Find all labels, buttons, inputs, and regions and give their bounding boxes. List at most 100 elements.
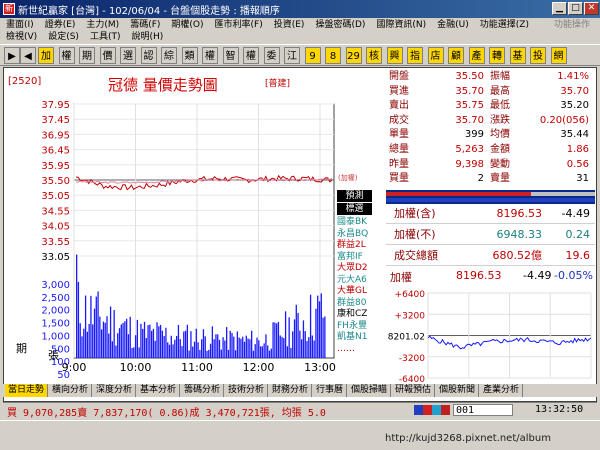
tab-2[interactable]: 深度分析 [93, 384, 137, 397]
broker-item[interactable]: 元大A6 [337, 275, 382, 286]
volume-bar [213, 339, 215, 358]
tab-11[interactable]: 產業分析 [480, 384, 524, 397]
price-tick-label: 37.95 [41, 100, 70, 111]
toolbar-button[interactable]: 核 [366, 47, 382, 64]
toolbar-button[interactable]: 權 [243, 47, 259, 64]
volume-bar [195, 328, 197, 358]
volume-bar [163, 336, 165, 358]
volume-tick-label: 2,500 [41, 293, 70, 304]
quote-value: 1.86 [566, 144, 589, 155]
taiex-tick-label: +6400 [395, 290, 426, 300]
volume-bar [263, 343, 265, 358]
toolbar-button[interactable]: 選 [120, 47, 136, 64]
window-titlebar[interactable]: 新 新世紀贏家 [台灣] - 102/06/04 - 台盤個股走勢 : 播報順序… [0, 0, 600, 18]
volume-bar [113, 310, 115, 358]
broker-item[interactable]: 群益2L [337, 240, 382, 251]
toolbar-button[interactable]: 類 [181, 47, 198, 64]
broker-item[interactable]: …… [337, 344, 382, 355]
predict-button[interactable]: 預測 [337, 190, 372, 202]
close-icon[interactable]: ✕ [584, 2, 599, 15]
volume-bar [201, 339, 203, 358]
tab-4[interactable]: 籌碼分析 [181, 384, 225, 397]
back-icon[interactable]: ◀ [20, 47, 36, 64]
tab-5[interactable]: 技術分析 [225, 384, 269, 397]
toolbar-button[interactable]: 期 [79, 47, 95, 64]
menu-item[interactable]: 設定(S) [42, 31, 84, 44]
toolbar-button[interactable]: 顧 [448, 47, 464, 64]
toolbar-button[interactable]: 加 [38, 47, 54, 64]
broker-item[interactable]: 永昌BQ [337, 229, 382, 240]
broker-item[interactable]: 大華GL [337, 286, 382, 297]
quote-value: 0.56 [566, 158, 589, 170]
volume-bar [184, 330, 187, 358]
volume-bar [133, 347, 135, 358]
broker-item[interactable]: FH永豐 [337, 321, 382, 332]
menu-item[interactable]: 工具(T) [84, 31, 126, 44]
volume-bar [211, 326, 214, 358]
toolbar-button[interactable]: 投 [530, 47, 546, 64]
volume-bar [256, 337, 258, 358]
toolbar-button[interactable]: 基 [509, 47, 526, 64]
broker-item[interactable]: 大眾D2 [337, 263, 382, 274]
toolbar-button[interactable]: 價 [99, 47, 116, 64]
tab-10[interactable]: 個股新聞 [436, 384, 480, 397]
tab-0[interactable]: 當日走勢 [5, 384, 49, 397]
broker-item[interactable]: 群益80 [337, 298, 382, 309]
volume-bar [299, 330, 301, 358]
toolbar-button[interactable]: 江 [284, 47, 300, 64]
quote-value: 2 [477, 173, 484, 185]
price-tick-label: 35.50 [41, 176, 70, 187]
menu-item[interactable]: 檢視(V) [0, 31, 42, 44]
toolbar-button[interactable]: 智 [222, 47, 239, 64]
index-value: 8196.53 [496, 207, 543, 220]
tab-8[interactable]: 個股掃瞄 [348, 384, 392, 397]
toolbar-button[interactable]: 轉 [489, 47, 505, 64]
broker-item[interactable]: 康和CZ [337, 309, 382, 320]
volume-bar [79, 323, 81, 358]
volume-bar [101, 329, 103, 358]
index-panel: 加權(含) 8196.53 -4.49 加權(不) 6948.33 0.24 成交總額 680… [386, 204, 595, 266]
volume-bar [127, 334, 130, 358]
tab-6[interactable]: 財務分析 [269, 384, 313, 397]
toolbar-button[interactable]: 委 [263, 47, 280, 64]
toolbar-button[interactable]: 指 [407, 47, 423, 64]
tab-7[interactable]: 行事曆 [313, 384, 348, 397]
broker-item[interactable]: 國泰BK [337, 217, 382, 228]
toolbar-button[interactable]: 興 [386, 47, 403, 64]
quote-label: 均價 [490, 129, 510, 141]
toolbar-button[interactable]: 9 [304, 47, 321, 64]
volume-bar [165, 327, 167, 358]
toolbar-button[interactable]: 產 [468, 47, 485, 64]
volume-bar [186, 324, 189, 358]
avg-tag: (加權) [338, 173, 358, 182]
volume-bar [170, 335, 172, 358]
broker-item[interactable]: 凱基N1 [337, 332, 382, 343]
play-icon[interactable]: ▶ [4, 47, 20, 64]
volume-bar [154, 340, 156, 358]
toolbar-button[interactable]: 綜 [161, 47, 177, 64]
minimize-icon[interactable]: ▁ [552, 2, 567, 15]
toolbar-button[interactable]: 權 [202, 47, 218, 64]
toolbar-button[interactable]: 8 [325, 47, 341, 64]
quote-value: 9,398 [455, 158, 484, 170]
stock-code[interactable]: [2520] [8, 76, 41, 87]
menu-item[interactable]: 說明(H) [125, 31, 168, 44]
benchmark-button[interactable]: 標選 [337, 203, 372, 215]
industry-tag[interactable]: [普建] [265, 76, 290, 89]
volume-tick-label: 2,000 [41, 306, 70, 317]
toolbar-button[interactable]: 權 [58, 47, 75, 64]
stock-code-input[interactable]: 001 [453, 404, 513, 416]
toolbar-button[interactable]: 認 [140, 47, 157, 64]
toolbar-button[interactable]: 店 [427, 47, 444, 64]
volume-bar [231, 333, 233, 358]
volume-bar [283, 338, 285, 358]
volume-bar [151, 330, 153, 358]
toolbar-button[interactable]: 網 [550, 47, 567, 64]
toolbar-button[interactable]: 29 [345, 47, 362, 64]
maximize-icon[interactable]: □ [568, 2, 583, 15]
broker-item[interactable]: 富邦IF [337, 252, 382, 263]
tab-9[interactable]: 研報預估 [392, 384, 436, 397]
tab-1[interactable]: 橫向分析 [49, 384, 93, 397]
tab-3[interactable]: 基本分析 [137, 384, 181, 397]
volume-bar [93, 308, 96, 358]
